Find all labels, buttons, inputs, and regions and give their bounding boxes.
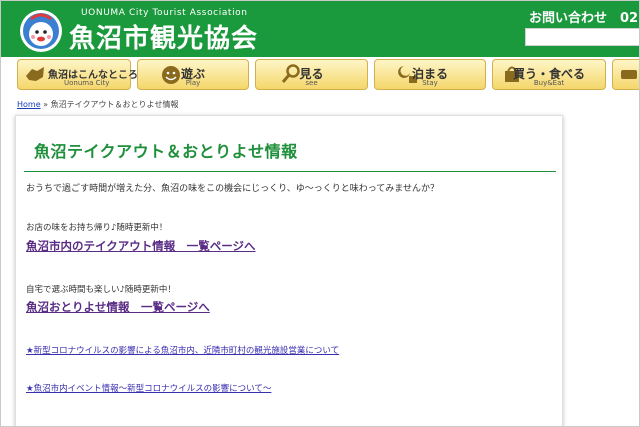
map-icon	[26, 67, 44, 81]
corona-events-link[interactable]: ★魚沼市内イベント情報～新型コロナウイルスの影響について～	[26, 382, 271, 394]
title-divider	[24, 171, 556, 172]
site-title[interactable]: 魚沼市観光協会	[69, 18, 258, 55]
site-header: UONUMA City Tourist Association 魚沼市観光協会 …	[1, 1, 639, 57]
otoriyose-lead: 自宅で選ぶ時間も楽しい♪随時更新中！	[26, 285, 176, 295]
nav-item-uonuma[interactable]: 魚沼はこんなところ Uonuma City	[17, 59, 138, 90]
nav-item-play[interactable]: 遊ぶ Play	[137, 59, 249, 90]
contact-text[interactable]: お問い合わせ 025-7	[529, 7, 639, 26]
takeout-lead: お店の味をお持ち帰り♪随時更新中！	[26, 223, 168, 233]
browser-frame: UONUMA City Tourist Association 魚沼市観光協会 …	[0, 0, 640, 427]
nav-item-sub: Play	[185, 79, 201, 87]
nav-item-sub: Uonuma City	[64, 79, 110, 87]
nav-item-sub: see	[305, 79, 318, 87]
site-subtitle: UONUMA City Tourist Association	[81, 8, 248, 18]
nav-item-sub: Stay	[422, 79, 438, 87]
nav-item-sub: Buy&Eat	[533, 79, 565, 87]
takeout-list-link[interactable]: 魚沼市内のテイクアウト情報 一覧ページへ	[26, 238, 256, 254]
car-icon	[621, 70, 637, 79]
otoriyose-list-link[interactable]: 魚沼おとりよせ情報 一覧ページへ	[26, 299, 210, 315]
intro-text: おうちで過ごす時間が増えた分、魚沼の味をこの機会にじっくり、ゆ～っくりと味わって…	[26, 184, 440, 194]
content-card: 魚沼テイクアウト＆おとりよせ情報 おうちで過ごす時間が増えた分、魚沼の味をこの機…	[15, 115, 563, 426]
search-input[interactable]	[525, 28, 639, 46]
mascot-icon[interactable]	[19, 9, 63, 53]
nav-item-buy-eat[interactable]: 買う・食べる Buy&Eat	[492, 59, 606, 90]
breadcrumb-separator: »	[40, 100, 51, 109]
page-title: 魚沼テイクアウト＆おとりよせ情報	[34, 142, 298, 161]
corona-facilities-link[interactable]: ★新型コロナウイルスの影響による魚沼市内、近隣市町村の観光施設営業について	[26, 344, 339, 356]
breadcrumb-current: 魚沼テイクアウト＆おとりよせ情報	[50, 100, 179, 109]
nav-item-stay[interactable]: 泊まる Stay	[374, 59, 486, 90]
nav-item-see[interactable]: 見る see	[255, 59, 368, 90]
global-nav: 魚沼はこんなところ Uonuma City 遊ぶ Play 見る see 泊まる…	[1, 57, 639, 93]
nav-item-next[interactable]	[612, 59, 639, 90]
breadcrumb-home-link[interactable]: Home	[17, 100, 41, 109]
breadcrumb: Home » 魚沼テイクアウト＆おとりよせ情報	[17, 99, 178, 110]
